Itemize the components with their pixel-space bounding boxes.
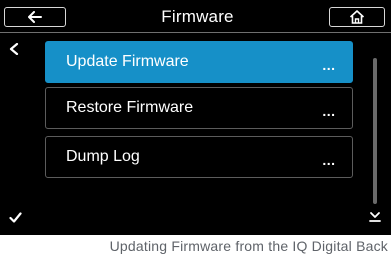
menu-item-label: Update Firmware — [66, 53, 189, 70]
scroll-down-icon — [369, 212, 381, 222]
confirm-button[interactable] — [9, 210, 22, 228]
figure-caption: Updating Firmware from the IQ Digital Ba… — [109, 238, 388, 254]
device-screen: Firmware Update Firmware ... Restore Fir… — [0, 0, 391, 235]
checkmark-icon — [9, 212, 22, 223]
top-bar: Firmware — [0, 0, 391, 33]
home-icon — [349, 10, 365, 24]
home-button[interactable] — [329, 7, 385, 27]
more-options-icon[interactable]: ... — [322, 52, 336, 72]
menu-item-label: Restore Firmware — [66, 99, 194, 116]
previous-button[interactable] — [9, 42, 19, 60]
back-button[interactable] — [4, 7, 66, 27]
menu-item-dump-log[interactable]: Dump Log ... — [45, 136, 353, 178]
page-title: Firmware — [161, 7, 234, 26]
menu-item-restore-firmware[interactable]: Restore Firmware ... — [45, 87, 353, 129]
scrollbar[interactable] — [373, 58, 377, 204]
more-options-icon[interactable]: ... — [322, 147, 336, 167]
chevron-left-icon — [9, 42, 19, 56]
scroll-down-button[interactable] — [369, 210, 381, 229]
arrow-left-icon — [28, 11, 42, 23]
menu-item-update-firmware[interactable]: Update Firmware ... — [45, 41, 353, 83]
menu-item-label: Dump Log — [66, 148, 140, 165]
more-options-icon[interactable]: ... — [322, 98, 336, 118]
